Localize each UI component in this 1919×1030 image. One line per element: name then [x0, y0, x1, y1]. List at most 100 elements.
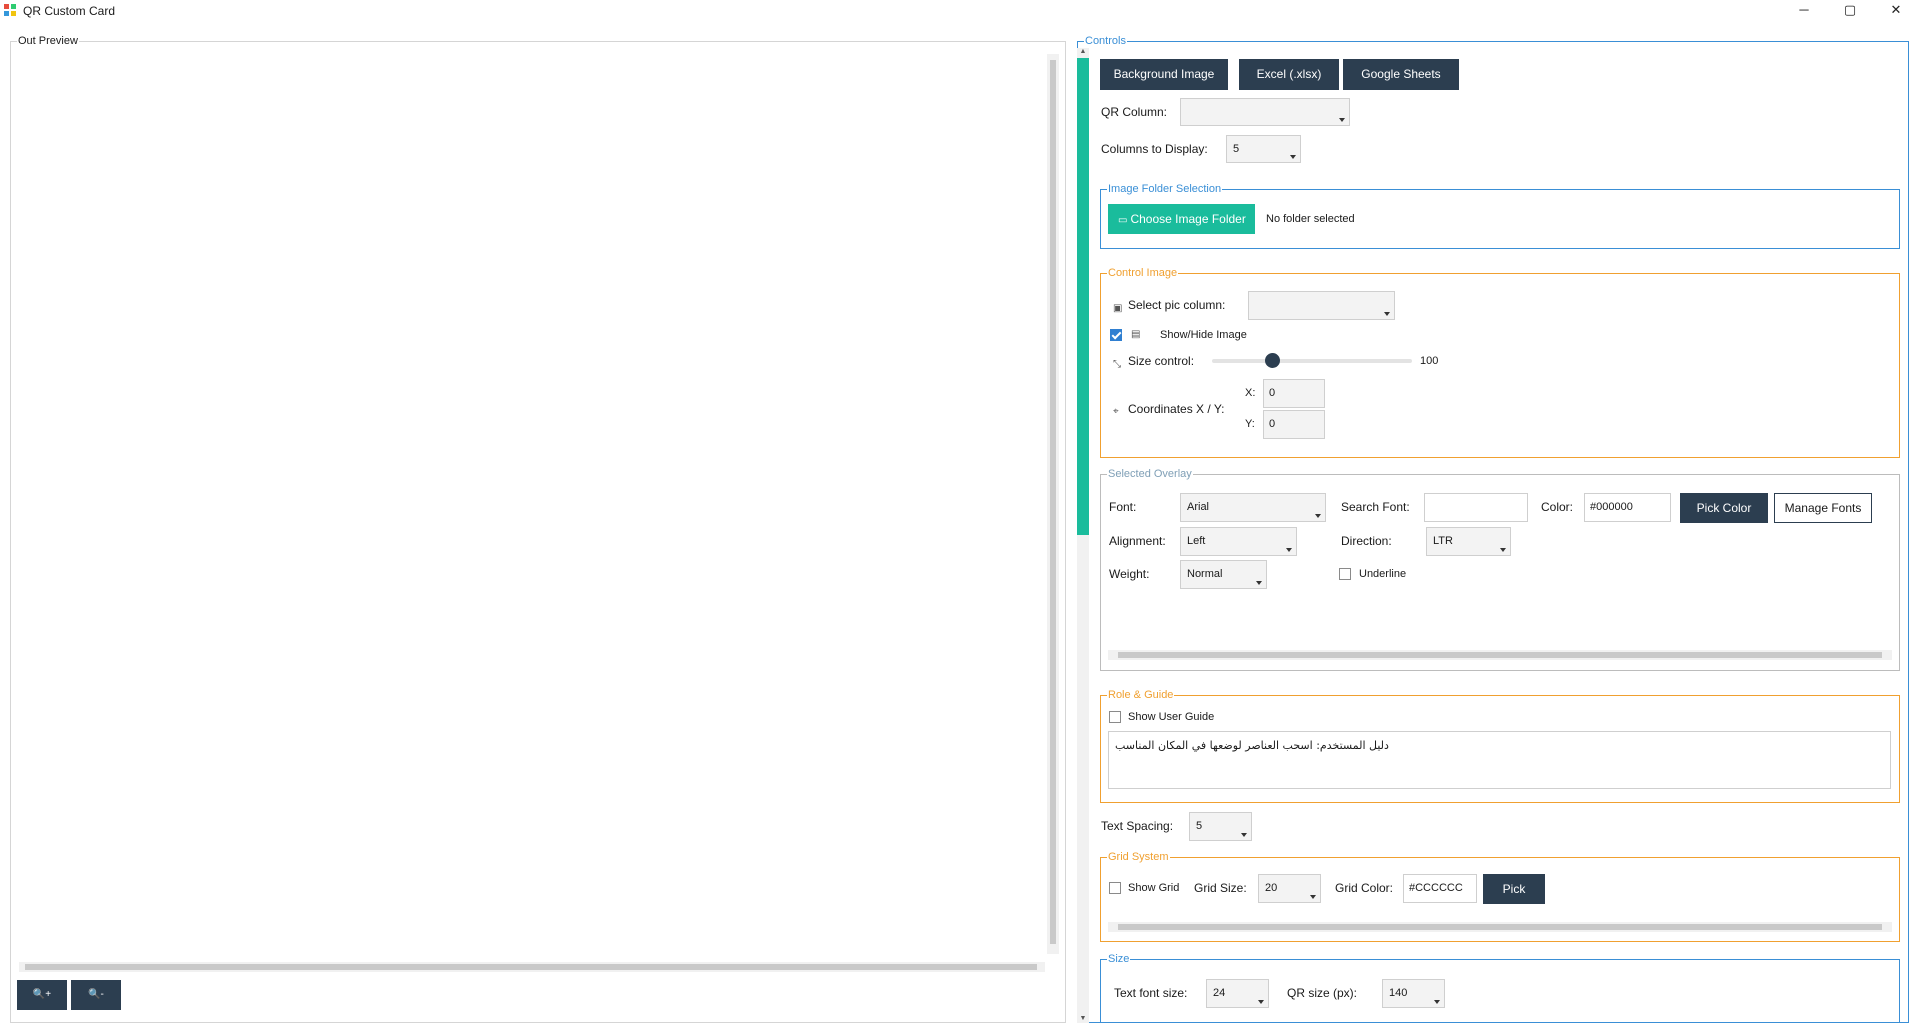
close-button[interactable]: ✕	[1873, 0, 1919, 22]
preview-legend: Out Preview	[17, 35, 79, 47]
select-pic-dropdown[interactable]	[1248, 291, 1395, 320]
chevron-down-icon	[1290, 155, 1296, 159]
chevron-down-icon	[1258, 1000, 1264, 1004]
x-coord-input[interactable]: 0	[1263, 379, 1325, 408]
preview-horizontal-scroll-thumb[interactable]	[25, 964, 1037, 970]
minimize-button[interactable]: ─	[1781, 0, 1827, 22]
select-pic-label: Select pic column:	[1128, 298, 1226, 312]
google-sheets-button[interactable]: Google Sheets	[1343, 59, 1459, 90]
search-font-input[interactable]	[1424, 493, 1528, 522]
image-icon: ▣	[1113, 303, 1123, 314]
text-spacing-label: Text Spacing:	[1101, 819, 1174, 833]
chevron-down-icon	[1286, 548, 1292, 552]
folder-icon: ▭	[1118, 215, 1128, 226]
text-spacing-value: 5	[1196, 820, 1203, 832]
scroll-down-icon[interactable]: ▼	[1077, 1015, 1089, 1023]
choose-image-folder-button[interactable]: ▭ Choose Image Folder	[1108, 204, 1255, 234]
picture-icon: ▤	[1131, 329, 1141, 340]
color-label: Color:	[1541, 500, 1574, 514]
weight-value: Normal	[1187, 568, 1223, 580]
size-slider-thumb[interactable]	[1265, 353, 1280, 368]
grid-size-value: 20	[1265, 882, 1278, 894]
preview-vertical-scrollbar[interactable]	[1047, 54, 1059, 954]
qr-size-dropdown[interactable]: 140	[1382, 979, 1445, 1008]
text-font-size-value: 24	[1213, 987, 1226, 999]
size-legend: Size	[1107, 953, 1131, 965]
direction-dropdown[interactable]: LTR	[1426, 527, 1511, 556]
font-dropdown[interactable]: Arial	[1180, 493, 1326, 522]
chevron-down-icon	[1384, 312, 1390, 316]
grid-horizontal-scrollbar[interactable]	[1108, 922, 1892, 932]
qr-column-dropdown[interactable]	[1180, 98, 1350, 126]
show-grid-label: Show Grid	[1128, 882, 1180, 894]
chevron-down-icon	[1339, 118, 1345, 122]
background-image-button[interactable]: Background Image	[1100, 59, 1228, 90]
show-user-guide-label: Show User Guide	[1128, 711, 1215, 723]
pin-icon: ⌖	[1113, 406, 1119, 417]
direction-label: Direction:	[1341, 534, 1392, 548]
columns-display-value: 5	[1233, 143, 1240, 155]
user-guide-text: دليل المستخدم: اسحب العناصر لوضعها في ال…	[1115, 739, 1389, 752]
alignment-value: Left	[1187, 535, 1206, 547]
choose-image-folder-label: Choose Image Folder	[1130, 212, 1246, 226]
grid-color-input[interactable]: #CCCCCC	[1403, 874, 1477, 903]
chevron-down-icon	[1310, 895, 1316, 899]
font-value: Arial	[1187, 501, 1210, 513]
maximize-button[interactable]: ▢	[1827, 0, 1873, 22]
search-font-label: Search Font:	[1341, 500, 1410, 514]
direction-value: LTR	[1433, 535, 1453, 547]
preview-panel: Out Preview 🔍+ 🔍-	[10, 35, 1066, 1023]
app-logo-icon	[4, 4, 18, 18]
grid-pick-button[interactable]: Pick	[1483, 874, 1545, 904]
show-hide-image-label: Show/Hide Image	[1160, 329, 1247, 341]
scroll-up-icon[interactable]: ▲	[1077, 48, 1089, 56]
preview-vertical-scroll-thumb[interactable]	[1050, 60, 1056, 944]
text-font-size-dropdown[interactable]: 24	[1206, 979, 1269, 1008]
coordinates-label: Coordinates X / Y:	[1128, 402, 1225, 416]
zoom-in-button[interactable]: 🔍+	[17, 980, 67, 1010]
color-input[interactable]: #000000	[1584, 493, 1671, 522]
zoom-out-button[interactable]: 🔍-	[71, 980, 121, 1010]
underline-label: Underline	[1359, 568, 1407, 580]
underline-checkbox[interactable]	[1339, 568, 1351, 580]
size-control-label: Size control:	[1128, 354, 1195, 368]
text-spacing-dropdown[interactable]: 5	[1189, 812, 1252, 841]
show-grid-checkbox[interactable]	[1109, 882, 1121, 894]
chevron-down-icon	[1256, 581, 1262, 585]
grid-size-dropdown[interactable]: 20	[1258, 874, 1321, 903]
columns-display-dropdown[interactable]: 5	[1226, 135, 1301, 163]
alignment-label: Alignment:	[1109, 534, 1166, 548]
title-bar: QR Custom Card ─ ▢ ✕	[0, 0, 1919, 22]
pick-color-button[interactable]: Pick Color	[1680, 493, 1768, 523]
image-folder-legend: Image Folder Selection	[1107, 183, 1223, 195]
manage-fonts-button[interactable]: Manage Fonts	[1774, 493, 1872, 523]
controls-vertical-scrollbar[interactable]: ▲ ▼	[1077, 48, 1089, 1023]
chevron-down-icon	[1315, 514, 1321, 518]
text-font-size-label: Text font size:	[1114, 986, 1188, 1000]
alignment-dropdown[interactable]: Left	[1180, 527, 1297, 556]
excel-button[interactable]: Excel (.xlsx)	[1239, 59, 1339, 90]
show-hide-image-checkbox[interactable]	[1110, 329, 1122, 341]
preview-horizontal-scrollbar[interactable]	[19, 962, 1045, 972]
size-value-text: 100	[1420, 355, 1439, 367]
weight-dropdown[interactable]: Normal	[1180, 560, 1267, 589]
window-title: QR Custom Card	[23, 4, 116, 18]
folder-status-text: No folder selected	[1266, 213, 1355, 225]
y-coord-input[interactable]: 0	[1263, 410, 1325, 439]
overlay-horizontal-scroll-thumb[interactable]	[1118, 652, 1882, 658]
show-user-guide-checkbox[interactable]	[1109, 711, 1121, 723]
grid-size-label: Grid Size:	[1194, 881, 1247, 895]
qr-size-value: 140	[1389, 987, 1408, 999]
selected-overlay-legend: Selected Overlay	[1107, 468, 1193, 480]
controls-legend: Controls	[1084, 35, 1127, 47]
columns-display-label: Columns to Display:	[1101, 142, 1208, 156]
controls-vertical-scroll-thumb[interactable]	[1077, 58, 1089, 535]
font-label: Font:	[1109, 500, 1137, 514]
size-slider-track[interactable]	[1212, 353, 1412, 368]
overlay-horizontal-scrollbar[interactable]	[1108, 650, 1892, 660]
user-guide-textarea[interactable]: دليل المستخدم: اسحب العناصر لوضعها في ال…	[1108, 731, 1891, 789]
grid-horizontal-scroll-thumb[interactable]	[1118, 924, 1882, 930]
grid-system-legend: Grid System	[1107, 851, 1170, 863]
qr-column-label: QR Column:	[1101, 105, 1168, 119]
y-coord-label: Y:	[1245, 418, 1255, 430]
